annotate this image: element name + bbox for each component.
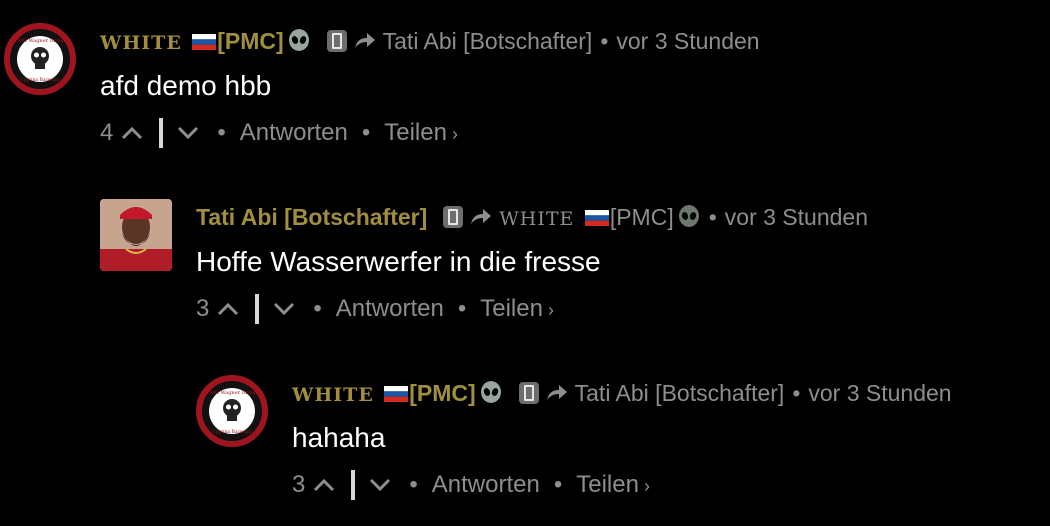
separator-dot: • — [708, 203, 717, 230]
alien-icon — [678, 205, 699, 227]
reply-to-name[interactable]: Tati Abi [Botschafter] — [383, 28, 593, 55]
separator-dot: • — [457, 295, 467, 322]
upvote-icon[interactable] — [121, 126, 143, 140]
share-button[interactable]: Teilen › — [576, 471, 650, 499]
alien-icon — [480, 381, 501, 403]
svg-text:Группа Вагнера: Группа Вагнера — [21, 77, 60, 83]
reply-arrow-icon — [471, 209, 492, 224]
chevron-right-icon: › — [547, 300, 554, 320]
wagner-logo: PMC Wagner Group Группа Вагнера — [196, 375, 268, 447]
user-photo-icon — [100, 199, 172, 271]
russia-flag-icon — [192, 34, 217, 51]
share-button[interactable]: Teilen › — [384, 119, 458, 147]
separator-dot: • — [553, 471, 563, 498]
comment-actions: 4 • Antworten • Teilen › — [100, 116, 760, 150]
reply-to-name[interactable]: Tati Abi [Botschafter] — [575, 380, 785, 407]
vote-count: 4 — [100, 119, 114, 146]
moderator-badge-icon — [326, 30, 347, 52]
timestamp[interactable]: vor 3 Stunden — [616, 28, 759, 55]
upvote-icon[interactable] — [217, 302, 239, 316]
downvote-icon[interactable] — [369, 478, 391, 492]
reply-button[interactable]: Antworten — [240, 119, 348, 147]
reply-arrow-icon — [546, 385, 567, 400]
separator-dot: • — [361, 119, 371, 146]
comment-content: WHITE [PMC] Tati Abi [Botschafter] • vor… — [292, 380, 952, 502]
timestamp[interactable]: vor 3 Stunden — [725, 204, 868, 231]
author-name[interactable]: WHITE [PMC] — [100, 28, 284, 55]
russia-flag-icon — [384, 386, 409, 403]
separator-dot: • — [409, 471, 418, 498]
avatar[interactable] — [100, 199, 172, 271]
comment-actions: 3 • Antworten • Teilen › — [292, 468, 952, 502]
comment-meta: WHITE [PMC] Tati Abi [Botschafter] • vor… — [100, 26, 760, 56]
vote-divider — [351, 470, 356, 500]
vote-count: 3 — [292, 471, 306, 498]
vote-divider — [255, 294, 260, 324]
vote-divider — [159, 118, 164, 148]
comment-content: Tati Abi [Botschafter] WHITE [PMC] • vor… — [196, 204, 868, 326]
comment-meta: WHITE [PMC] Tati Abi [Botschafter] • vor… — [292, 378, 952, 408]
reply-arrow-icon — [354, 33, 375, 48]
svg-text:PMC Wagner Group: PMC Wagner Group — [15, 38, 66, 44]
avatar[interactable]: PMC Wagner Group Группа Вагнера — [196, 375, 268, 447]
comment-actions: 3 • Antworten • Teilen › — [196, 292, 868, 326]
downvote-icon[interactable] — [273, 302, 295, 316]
reply-button[interactable]: Antworten — [432, 471, 540, 499]
share-button[interactable]: Teilen › — [480, 295, 554, 323]
comment-text: Hoffe Wasserwerfer in die fresse — [196, 246, 601, 277]
separator-dot: • — [600, 27, 609, 54]
russia-flag-icon — [584, 210, 609, 227]
separator-dot: • — [217, 119, 226, 146]
upvote-icon[interactable] — [313, 478, 335, 492]
alien-icon — [288, 29, 309, 51]
svg-text:Группа Вагнера: Группа Вагнера — [213, 429, 252, 435]
comment-content: WHITE [PMC] Tati Abi [Botschafter] • vor… — [100, 28, 760, 150]
svg-text:PMC Wagner Group: PMC Wagner Group — [207, 390, 258, 396]
author-name[interactable]: WHITE [PMC] — [292, 380, 476, 407]
comment-text: afd demo hbb — [100, 70, 272, 101]
comment-text: hahaha — [292, 422, 386, 453]
comment-meta: Tati Abi [Botschafter] WHITE [PMC] • vor… — [196, 202, 868, 232]
reply-to-name[interactable]: WHITE [PMC] — [499, 204, 673, 231]
downvote-icon[interactable] — [177, 126, 199, 140]
moderator-badge-icon — [518, 382, 539, 404]
chevron-right-icon: › — [451, 124, 458, 144]
reply-button[interactable]: Antworten — [336, 295, 444, 323]
vote-count: 3 — [196, 295, 210, 322]
author-name[interactable]: Tati Abi [Botschafter] — [196, 204, 427, 231]
moderator-badge-icon — [443, 206, 464, 228]
separator-dot: • — [313, 295, 322, 322]
separator-dot: • — [792, 379, 801, 406]
timestamp[interactable]: vor 3 Stunden — [808, 380, 951, 407]
chevron-right-icon: › — [643, 476, 650, 496]
wagner-logo: PMC Wagner Group Группа Вагнера — [4, 23, 76, 95]
avatar[interactable]: PMC Wagner Group Группа Вагнера — [4, 23, 76, 95]
